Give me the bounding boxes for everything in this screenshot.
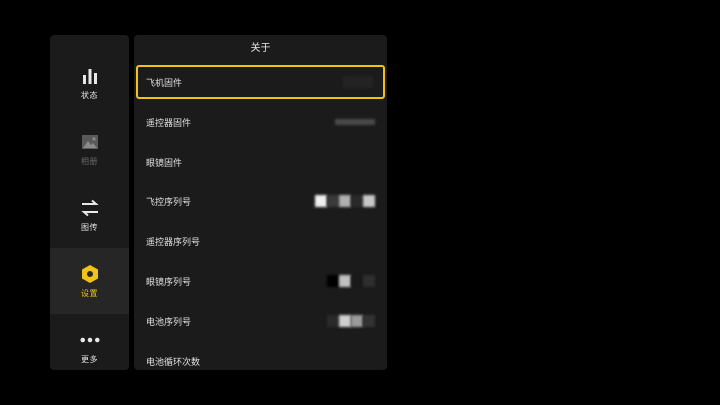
- row-label: 飞控序列号: [146, 197, 192, 208]
- redacted-value: [335, 115, 375, 129]
- sidebar-item-label: 更多: [81, 354, 98, 364]
- redacted-value: [315, 194, 375, 208]
- sidebar-item-label: 设置: [81, 288, 98, 298]
- redacted-value: [343, 75, 373, 89]
- sidebar-item-transmission[interactable]: 图传: [50, 182, 129, 248]
- sidebar-item-settings[interactable]: 设置: [50, 248, 129, 314]
- row-goggles-serial[interactable]: 眼镜序列号: [136, 264, 385, 298]
- row-label: 遥控器固件: [146, 118, 192, 129]
- row-label: 电池循环次数: [146, 357, 201, 368]
- image-icon: [80, 132, 100, 152]
- sidebar-item-status[interactable]: 状态: [50, 50, 129, 116]
- row-battery-serial[interactable]: 电池序列号: [136, 304, 385, 338]
- about-panel: 关于 飞机固件 遥控器固件 眼镜固件 飞控序列号 遥控器序列号 眼镜序列号 电池…: [134, 35, 387, 370]
- row-aircraft-firmware[interactable]: 飞机固件: [136, 65, 385, 99]
- more-dots-icon: [79, 330, 100, 350]
- panel-title: 关于: [250, 43, 271, 54]
- row-flight-controller-serial[interactable]: 飞控序列号: [136, 184, 385, 218]
- sidebar-item-label: 状态: [81, 90, 98, 100]
- sidebar-item-more[interactable]: 更多: [50, 314, 129, 380]
- row-goggles-firmware[interactable]: 眼镜固件: [136, 145, 385, 179]
- row-remote-firmware[interactable]: 遥控器固件: [136, 105, 385, 139]
- row-label: 眼镜固件: [146, 158, 183, 169]
- screen: 状态 相册 图传 设置 更多 关于 飞机固件 遥控器固件 眼镜固件 飞控序列号 …: [0, 0, 720, 405]
- row-remote-serial[interactable]: 遥控器序列号: [136, 224, 385, 258]
- swap-arrows-icon: [80, 198, 100, 218]
- row-label: 眼镜序列号: [146, 277, 192, 288]
- sidebar-item-label: 图传: [81, 222, 98, 232]
- row-label: 遥控器序列号: [146, 237, 201, 248]
- redacted-value: [327, 314, 375, 328]
- row-label: 飞机固件: [146, 78, 183, 89]
- bar-chart-icon: [80, 66, 100, 86]
- sidebar: 状态 相册 图传 设置 更多: [50, 35, 129, 370]
- hexagon-gear-icon: [80, 264, 100, 284]
- sidebar-item-album[interactable]: 相册: [50, 116, 129, 182]
- row-label: 电池序列号: [146, 317, 192, 328]
- row-battery-cycles[interactable]: 电池循环次数: [136, 344, 385, 370]
- sidebar-item-label: 相册: [81, 156, 98, 166]
- redacted-value: [327, 274, 375, 288]
